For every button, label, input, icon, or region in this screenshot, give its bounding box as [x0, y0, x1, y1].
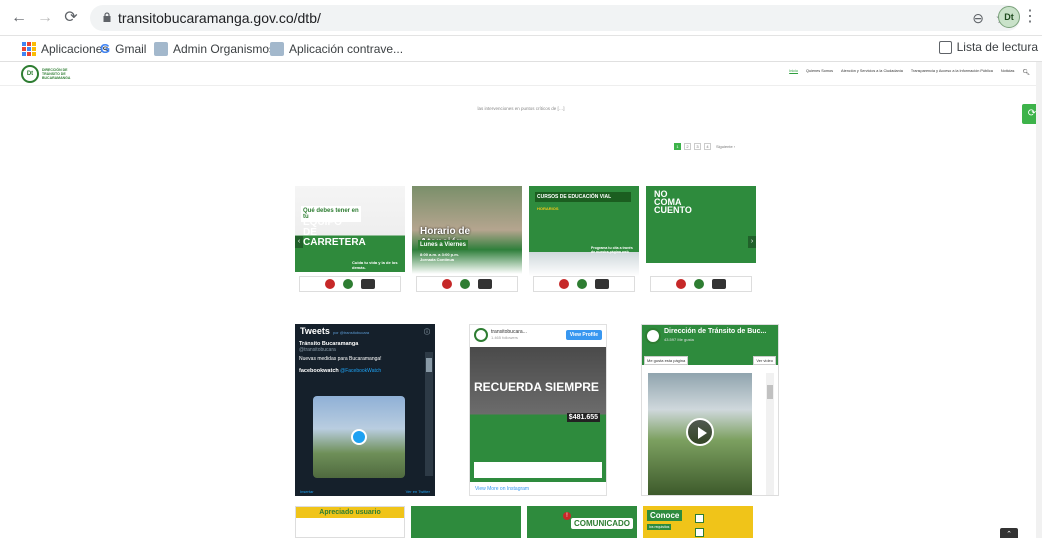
facebook-scrollbar[interactable] [766, 373, 774, 495]
bookmark-aplicacion[interactable]: Aplicación contrave... [270, 40, 403, 58]
forward-icon[interactable]: → [36, 9, 54, 27]
reading-list-icon [938, 40, 952, 54]
play-icon[interactable] [351, 429, 367, 445]
site-logo[interactable]: Dt DIRECCIÓN DE TRÁNSITO DE BUCARAMANGA [21, 65, 86, 83]
facebook-video-button[interactable]: Ver video [753, 356, 776, 365]
post-comunicado[interactable]: ! COMUNICADO [527, 506, 637, 538]
instagram-followers: 1.465 followers [491, 335, 518, 340]
post-apreciado-usuario[interactable]: Apreciado usuario [295, 506, 405, 538]
instagram-avatar [474, 328, 488, 342]
tweet-handle: @transitobucara [299, 347, 336, 353]
facebook-page-title[interactable]: Dirección de Tránsito de Buc... [664, 328, 766, 335]
menu-quienes-somos[interactable]: Quienes Somos [806, 69, 833, 76]
checkbox-icon [695, 514, 704, 523]
lock-icon [103, 12, 111, 22]
twitter-scrollbar[interactable] [425, 352, 433, 476]
social-widgets: Tweets por @transitobucara ⓘ Tránsito Buc… [295, 324, 779, 496]
reload-icon[interactable]: ⟳ [62, 9, 80, 27]
page-next[interactable]: Siguiente › [716, 144, 735, 149]
instagram-price: $481.655 [566, 413, 600, 422]
zoom-icon[interactable]: ⊖ [972, 10, 984, 27]
site-header: Dt DIRECCIÓN DE TRÁNSITO DE BUCARAMANGA … [0, 62, 1042, 86]
page-2[interactable]: 2 [684, 143, 691, 150]
view-profile-button[interactable]: View Profile [565, 330, 602, 340]
post-no-coma-cuento[interactable]: NO COMA CUENTO › [646, 186, 756, 296]
post-cursos[interactable]: CURSOS DE EDUCACIÓN VIAL HORARIOS Progra… [529, 186, 639, 296]
back-icon[interactable]: ← [10, 9, 28, 27]
page-scrollbar[interactable] [1036, 62, 1042, 538]
tweet-video[interactable] [313, 396, 405, 478]
page-3[interactable]: 3 [694, 143, 701, 150]
bookmark-admin[interactable]: Admin Organismos... [154, 40, 285, 58]
alert-icon: ! [563, 512, 571, 520]
tweet-view-link[interactable]: Ver en Twitter [406, 489, 430, 494]
post-conoce[interactable]: Conoce los requisitos [643, 506, 753, 538]
twitter-title: Tweets por @transitobucara [300, 326, 370, 336]
main-menu: Inicio Quienes Somos Atención y Servicio… [789, 69, 1030, 76]
checkbox-icon [695, 528, 704, 537]
facebook-like-button[interactable]: Me gusta esta página [644, 356, 689, 365]
tweet-watch: facebookwatch [299, 368, 339, 374]
bookmark-apps[interactable]: Aplicaciones [22, 40, 108, 58]
logo-emblem: Dt [21, 65, 39, 83]
post-equipo-carretera[interactable]: Qué debes tener en tu EQUIPO DE CARRETER… [295, 186, 405, 296]
posts-carousel: Qué debes tener en tu EQUIPO DE CARRETER… [295, 186, 756, 296]
bookmark-gmail[interactable]: G Gmail [100, 40, 146, 58]
menu-noticias[interactable]: Noticias [1001, 69, 1015, 76]
menu-atencion[interactable]: Atención y Servicios a la Ciudadanía [841, 69, 903, 76]
facebook-page-avatar [645, 328, 661, 344]
menu-kebab-icon[interactable]: ⋮ [1022, 6, 1038, 26]
instagram-widget[interactable]: transitobucara... 1.465 followers View P… [469, 324, 607, 496]
carousel-prev-icon[interactable]: ‹ [295, 236, 303, 248]
play-icon[interactable] [686, 417, 714, 446]
pagination: 1 2 3 4 Siguiente › [674, 143, 735, 150]
bottom-posts: Apreciado usuario ! COMUNICADO Conoce lo… [295, 506, 753, 538]
page-1[interactable]: 1 [674, 143, 681, 150]
reading-list[interactable]: Lista de lectura [938, 40, 1038, 54]
instagram-post[interactable]: RECUERDA SIEMPRE $481.655 [470, 347, 606, 482]
twitter-widget[interactable]: Tweets por @transitobucara ⓘ Tránsito Buc… [295, 324, 435, 496]
post-horario[interactable]: Horario de Atención Lunes a Viernes 8:00… [412, 186, 522, 296]
tweet-text: Nuevas medidas para Bucaramanga! [299, 356, 382, 362]
info-icon[interactable]: ⓘ [424, 327, 430, 336]
scroll-to-top-button[interactable]: ⌃ [1000, 528, 1018, 538]
page-4[interactable]: 4 [704, 143, 711, 150]
page-viewport: Dt DIRECCIÓN DE TRÁNSITO DE BUCARAMANGA … [0, 62, 1042, 538]
menu-inicio[interactable]: Inicio [789, 69, 798, 76]
logo-text: DIRECCIÓN DE TRÁNSITO DE BUCARAMANGA [42, 68, 71, 80]
post-excerpt: las intervenciones en puntos críticos de… [477, 106, 565, 111]
browser-toolbar: ← → ⟳ transitobucaramanga.gov.co/dtb/ ⊖ … [0, 0, 1042, 36]
menu-transparencia[interactable]: Transparencia y Acceso a la Información … [911, 69, 993, 76]
instagram-view-more[interactable]: View More on Instagram [475, 486, 529, 492]
url-text: transitobucaramanga.gov.co/dtb/ [118, 10, 321, 26]
instagram-headline: RECUERDA SIEMPRE [474, 380, 599, 394]
tweet-embed-link[interactable]: Insertar [300, 489, 314, 494]
search-icon[interactable]: 🔍︎ [1022, 69, 1030, 76]
facebook-widget[interactable]: Dirección de Tránsito de Buc... 43.597 M… [641, 324, 779, 496]
address-bar[interactable]: transitobucaramanga.gov.co/dtb/ ⊖ ☆ [90, 5, 1020, 31]
carousel-next-icon[interactable]: › [748, 236, 756, 248]
bookmarks-bar: Aplicaciones G Gmail Admin Organismos...… [0, 36, 1042, 62]
profile-avatar[interactable]: Dt [998, 6, 1020, 28]
facebook-likes: 43.597 Me gusta [664, 337, 694, 342]
app-favicon-icon [270, 42, 284, 56]
google-icon: G [100, 41, 111, 56]
apps-grid-icon [22, 42, 36, 56]
post-notice[interactable] [411, 506, 521, 538]
facebook-video[interactable] [648, 373, 752, 495]
admin-favicon-icon [154, 42, 168, 56]
